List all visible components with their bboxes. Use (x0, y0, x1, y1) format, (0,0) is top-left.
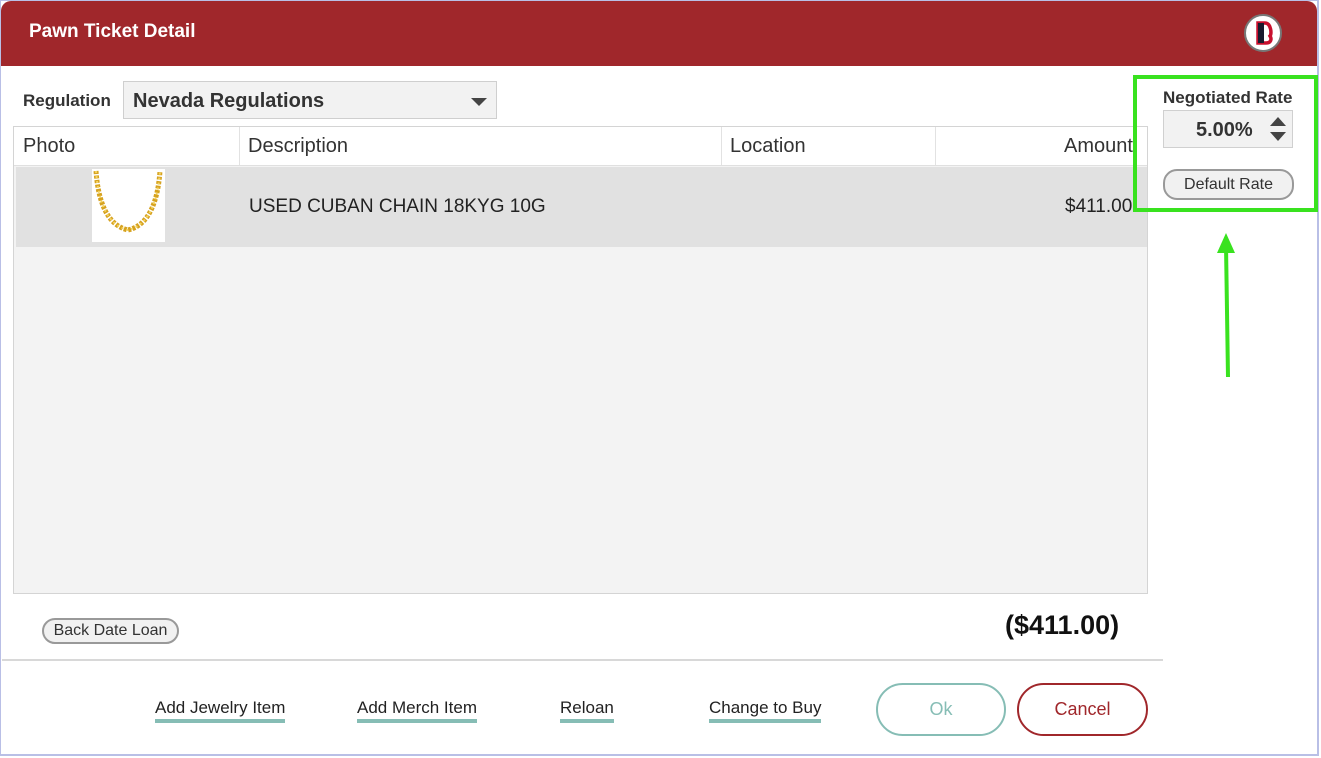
column-header-photo[interactable]: Photo (23, 127, 75, 165)
column-header-location[interactable]: Location (730, 127, 806, 165)
row-description: USED CUBAN CHAIN 18KYG 10G (249, 196, 546, 217)
footer-divider (2, 659, 1163, 661)
reloan-link[interactable]: Reloan (560, 698, 614, 723)
cancel-button[interactable]: Cancel (1017, 683, 1148, 736)
gold-chain-thumbnail-icon (92, 169, 165, 242)
increment-arrow-icon[interactable] (1270, 117, 1286, 126)
chevron-down-icon (471, 98, 487, 106)
decrement-arrow-icon[interactable] (1270, 132, 1286, 141)
negotiated-rate-value: 5.00% (1196, 119, 1253, 141)
annotation-arrow-icon (1217, 233, 1235, 378)
negotiated-rate-stepper[interactable]: 5.00% (1163, 110, 1293, 148)
regulation-selected-value: Nevada Regulations (133, 90, 325, 112)
ok-button[interactable]: Ok (876, 683, 1006, 736)
back-date-loan-button[interactable]: Back Date Loan (42, 618, 179, 644)
brand-logo-icon (1244, 14, 1282, 52)
regulation-dropdown[interactable]: Nevada Regulations (123, 81, 497, 119)
column-divider (721, 127, 722, 165)
add-merch-item-link[interactable]: Add Merch Item (357, 698, 477, 723)
column-divider (935, 127, 936, 165)
column-divider (239, 127, 240, 165)
title-bar: Pawn Ticket Detail (1, 1, 1317, 66)
table-row[interactable]: USED CUBAN CHAIN 18KYG 10G $411.00 (16, 167, 1147, 247)
add-jewelry-item-link[interactable]: Add Jewelry Item (155, 698, 286, 723)
row-amount: $411.00 (1065, 196, 1133, 217)
regulation-label: Regulation (23, 91, 111, 110)
grid-header: Photo Description Location Amount (14, 127, 1147, 166)
change-to-buy-link[interactable]: Change to Buy (709, 698, 822, 723)
negotiated-rate-label: Negotiated Rate (1163, 88, 1293, 107)
default-rate-button[interactable]: Default Rate (1163, 169, 1294, 200)
column-header-amount[interactable]: Amount (1064, 127, 1133, 165)
column-header-description[interactable]: Description (248, 127, 348, 165)
window-title: Pawn Ticket Detail (29, 21, 196, 42)
total-amount: ($411.00) (1005, 610, 1120, 640)
items-grid: Photo Description Location Amount USED C… (13, 126, 1148, 594)
